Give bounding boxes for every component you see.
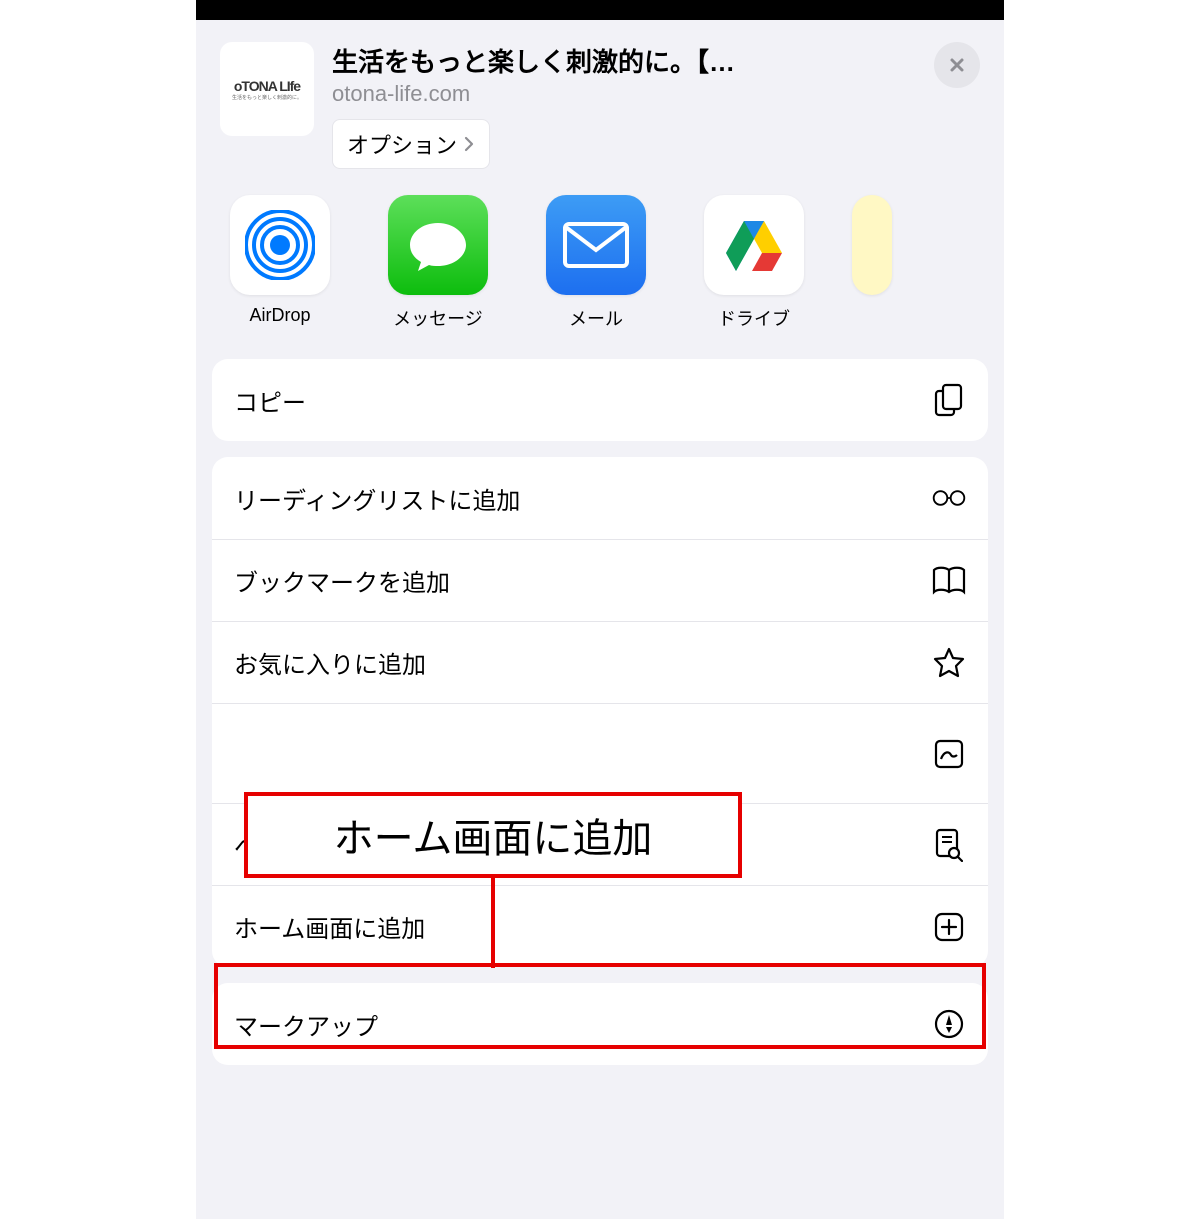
pen-icon bbox=[932, 1007, 966, 1041]
action-markup[interactable]: マークアップ bbox=[212, 983, 988, 1065]
action-row-placeholder bbox=[212, 703, 988, 803]
action-add-bookmark[interactable]: ブックマークを追加 bbox=[212, 539, 988, 621]
annotation-connector bbox=[491, 878, 495, 968]
share-label: メッセージ bbox=[393, 305, 483, 331]
glasses-icon bbox=[932, 481, 966, 515]
messages-icon bbox=[388, 195, 488, 295]
action-label: マークアップ bbox=[234, 1007, 378, 1042]
action-label: お気に入りに追加 bbox=[234, 645, 426, 680]
actions-card-extra: マークアップ bbox=[212, 983, 988, 1065]
share-target-airdrop[interactable]: AirDrop bbox=[220, 195, 340, 331]
action-label: コピー bbox=[234, 383, 306, 418]
action-reading-list[interactable]: リーディングリストに追加 bbox=[212, 457, 988, 539]
options-label: オプション bbox=[347, 128, 457, 160]
action-label: ホーム画面に追加 bbox=[234, 909, 425, 944]
site-logo-tagline: 生活をもっと楽しく刺激的に。 bbox=[232, 94, 302, 101]
annotation-callout-text: ホーム画面に追加 bbox=[334, 806, 653, 864]
site-favicon: oTONA LIfe 生活をもっと楽しく刺激的に。 bbox=[220, 42, 314, 136]
share-target-notes[interactable] bbox=[852, 195, 892, 331]
share-target-messages[interactable]: メッセージ bbox=[378, 195, 498, 331]
options-button[interactable]: オプション bbox=[332, 119, 490, 169]
notch-bar bbox=[196, 0, 1004, 20]
sheet-body: oTONA LIfe 生活をもっと楽しく刺激的に。 生活をもっと楽しく刺激的に。… bbox=[196, 20, 1004, 1219]
screenshot-frame: oTONA LIfe 生活をもっと楽しく刺激的に。 生活をもっと楽しく刺激的に。… bbox=[0, 0, 1200, 1219]
action-label: リーディングリストに追加 bbox=[234, 481, 520, 516]
header-info: 生活をもっと楽しく刺激的に。【… otona-life.com オプション bbox=[332, 42, 916, 169]
action-label: ブックマークを追加 bbox=[234, 563, 450, 598]
actions-card-main: リーディングリストに追加 ブックマークを追加 お気に入りに追加 bbox=[212, 457, 988, 967]
share-label: メール bbox=[569, 305, 623, 331]
share-label: ドライブ bbox=[718, 305, 790, 331]
share-targets-row[interactable]: AirDrop メッセージ メール bbox=[196, 185, 1004, 343]
copy-icon bbox=[932, 383, 966, 417]
page-title: 生活をもっと楽しく刺激的に。【… bbox=[332, 42, 916, 79]
share-header: oTONA LIfe 生活をもっと楽しく刺激的に。 生活をもっと楽しく刺激的に。… bbox=[196, 20, 1004, 185]
drive-icon bbox=[704, 195, 804, 295]
action-copy[interactable]: コピー bbox=[212, 359, 988, 441]
page-domain: otona-life.com bbox=[332, 81, 916, 107]
annotation-callout: ホーム画面に追加 bbox=[244, 792, 742, 878]
share-label: AirDrop bbox=[249, 305, 310, 326]
action-add-to-home[interactable]: ホーム画面に追加 bbox=[212, 885, 988, 967]
share-target-mail[interactable]: メール bbox=[536, 195, 656, 331]
actions-card-copy: コピー bbox=[212, 359, 988, 441]
star-icon bbox=[932, 646, 966, 680]
airdrop-icon bbox=[230, 195, 330, 295]
quicknote-icon bbox=[932, 737, 966, 771]
site-logo-text: oTONA LIfe bbox=[234, 78, 300, 94]
plus-square-icon bbox=[932, 910, 966, 944]
notes-icon bbox=[852, 195, 892, 295]
close-button[interactable] bbox=[934, 42, 980, 88]
action-add-favorite[interactable]: お気に入りに追加 bbox=[212, 621, 988, 703]
close-icon bbox=[947, 55, 967, 75]
chevron-right-icon bbox=[463, 136, 475, 152]
book-icon bbox=[932, 564, 966, 598]
mail-icon bbox=[546, 195, 646, 295]
share-target-drive[interactable]: ドライブ bbox=[694, 195, 814, 331]
share-sheet: oTONA LIfe 生活をもっと楽しく刺激的に。 生活をもっと楽しく刺激的に。… bbox=[196, 0, 1004, 1219]
doc-search-icon bbox=[932, 828, 966, 862]
